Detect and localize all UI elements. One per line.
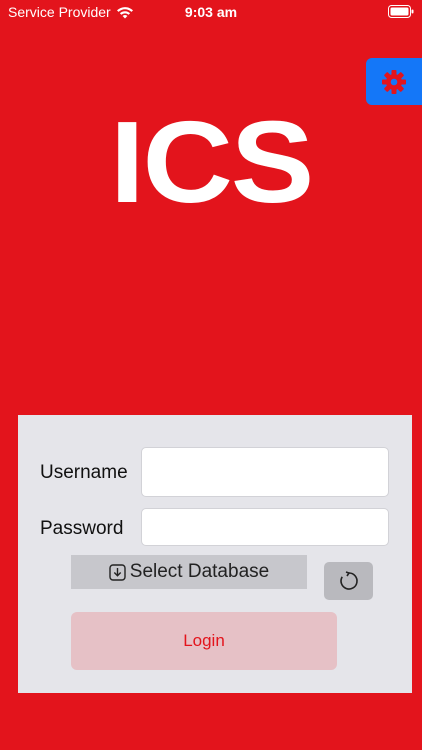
app-logo: ICS — [109, 97, 315, 227]
status-time: 9:03 am — [184, 4, 238, 20]
login-button-label: Login — [183, 631, 225, 650]
password-input[interactable] — [141, 508, 389, 546]
login-card: Username Password Select Database Login — [18, 415, 412, 693]
username-label: Username — [40, 462, 128, 483]
download-icon — [109, 563, 126, 581]
login-button[interactable]: Login — [71, 612, 337, 670]
settings-button[interactable] — [366, 58, 422, 105]
status-bar: Service Provider 9:03 am — [0, 0, 422, 24]
refresh-icon — [339, 571, 358, 590]
refresh-button[interactable] — [324, 562, 373, 600]
gear-icon — [382, 69, 406, 94]
battery-icon — [388, 5, 414, 18]
password-label: Password — [40, 518, 124, 539]
username-input[interactable] — [141, 447, 389, 497]
select-database-button[interactable]: Select Database — [71, 555, 307, 589]
select-database-label: Select Database — [129, 561, 270, 582]
